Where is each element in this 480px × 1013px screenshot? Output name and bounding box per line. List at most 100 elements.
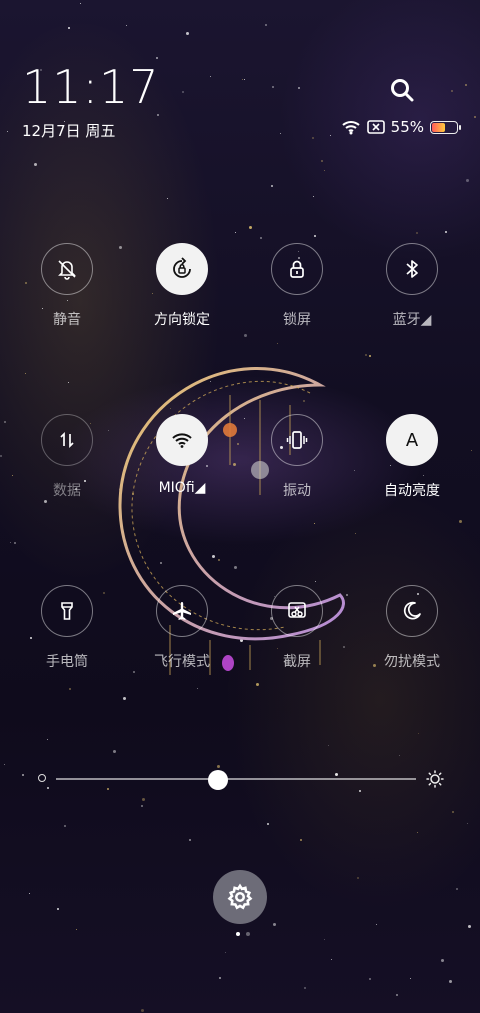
- star-dot: [140, 1008, 144, 1012]
- star-dot: [249, 225, 253, 229]
- star-dot: [243, 79, 245, 81]
- star-dot: [314, 235, 317, 238]
- toggle-rotation-lock[interactable]: 方向锁定: [127, 243, 237, 329]
- toggle-button[interactable]: A: [386, 414, 438, 466]
- star-dot: [355, 532, 357, 534]
- star-dot: [399, 754, 401, 756]
- star-dot: [448, 979, 452, 983]
- toggle-button[interactable]: [41, 414, 93, 466]
- toggle-auto-brightness[interactable]: A 自动亮度: [357, 414, 467, 500]
- star-dot: [369, 355, 372, 358]
- toggle-vibrate[interactable]: 振动: [242, 414, 352, 500]
- star-dot: [313, 196, 315, 198]
- vibrate-icon: [285, 428, 309, 452]
- date-label: 12月7日 周五: [22, 122, 116, 140]
- star-dot: [33, 163, 37, 167]
- star-dot: [456, 887, 459, 890]
- clock-time: 11:17: [22, 60, 160, 114]
- toggle-wifi[interactable]: MIOfi◢: [127, 414, 237, 496]
- star-dot: [76, 929, 78, 931]
- toggle-label: 静音: [53, 312, 81, 328]
- star-dot: [167, 197, 169, 199]
- star-dot: [267, 823, 270, 826]
- star-dot: [358, 790, 361, 793]
- star-dot: [410, 978, 412, 980]
- toggle-button[interactable]: [156, 243, 208, 295]
- page-indicator: [236, 932, 250, 936]
- star-dot: [219, 976, 222, 979]
- star-dot: [450, 90, 453, 93]
- toggle-airplane[interactable]: 飞行模式: [127, 585, 237, 671]
- brightness-low-icon: [38, 774, 46, 782]
- toggle-label: 数据: [53, 483, 81, 499]
- battery-icon: [430, 120, 461, 134]
- toggle-moon[interactable]: 勿扰模式: [357, 585, 467, 671]
- star-dot: [321, 159, 324, 162]
- toggle-label: 飞行模式: [154, 654, 210, 670]
- star-dot: [458, 519, 462, 523]
- toggle-mobile-data[interactable]: 数据: [12, 414, 122, 500]
- star-dot: [259, 236, 262, 239]
- star-dot: [327, 744, 329, 746]
- rotation-lock-icon: [170, 257, 194, 281]
- star-dot: [57, 907, 60, 910]
- star-dot: [63, 824, 66, 827]
- star-dot: [256, 683, 259, 687]
- star-dot: [415, 232, 418, 235]
- star-dot: [473, 115, 476, 118]
- toggle-button[interactable]: [156, 414, 208, 466]
- star-dot: [216, 764, 220, 768]
- toggle-bluetooth[interactable]: 蓝牙◢: [357, 243, 467, 329]
- star-dot: [79, 3, 81, 4]
- brightness-thumb[interactable]: [208, 770, 228, 790]
- star-dot: [279, 133, 281, 135]
- toggle-screenshot[interactable]: 截屏: [242, 585, 352, 671]
- star-dot: [181, 91, 184, 94]
- star-dot: [452, 810, 455, 813]
- toggle-button[interactable]: [41, 585, 93, 637]
- battery-percent: 55%: [390, 118, 424, 136]
- brightness-track[interactable]: [56, 778, 416, 780]
- toggle-label: 手电筒: [46, 654, 88, 670]
- toggle-button[interactable]: [386, 585, 438, 637]
- toggle-flashlight[interactable]: 手电筒: [12, 585, 122, 671]
- toggle-label: 振动: [283, 483, 311, 499]
- star-dot: [323, 938, 325, 940]
- bluetooth-icon: [400, 257, 424, 281]
- toggle-button[interactable]: [386, 243, 438, 295]
- star-dot: [3, 421, 6, 424]
- star-dot: [471, 450, 473, 452]
- moon-icon: [400, 599, 424, 623]
- star-dot: [272, 922, 276, 926]
- star-dot: [243, 333, 247, 337]
- star-dot: [6, 131, 8, 133]
- toggle-button[interactable]: [156, 585, 208, 637]
- star-dot: [113, 750, 117, 754]
- star-dot: [298, 87, 301, 90]
- star-dot: [440, 959, 444, 963]
- toggle-button[interactable]: [271, 414, 323, 466]
- star-dot: [28, 892, 30, 894]
- toggle-lock[interactable]: 锁屏: [242, 243, 352, 329]
- star-dot: [186, 32, 190, 36]
- star-dot: [270, 184, 273, 187]
- toggle-bell-off[interactable]: 静音: [12, 243, 122, 329]
- star-dot: [22, 774, 25, 777]
- toggle-label: 方向锁定: [154, 312, 210, 328]
- star-dot: [242, 79, 244, 81]
- search-icon[interactable]: [388, 76, 416, 104]
- toggle-button[interactable]: [271, 243, 323, 295]
- no-sim-icon: [366, 120, 385, 134]
- star-dot: [235, 232, 237, 234]
- brightness-slider[interactable]: [38, 770, 444, 790]
- star-dot: [67, 381, 69, 383]
- star-dot: [364, 354, 367, 357]
- star-dot: [197, 687, 199, 689]
- flashlight-icon: [55, 599, 79, 623]
- star-dot: [330, 134, 332, 136]
- toggle-button[interactable]: [41, 243, 93, 295]
- settings-button[interactable]: [213, 870, 267, 924]
- star-dot: [210, 76, 212, 78]
- star-dot: [353, 469, 355, 471]
- toggle-button[interactable]: [271, 585, 323, 637]
